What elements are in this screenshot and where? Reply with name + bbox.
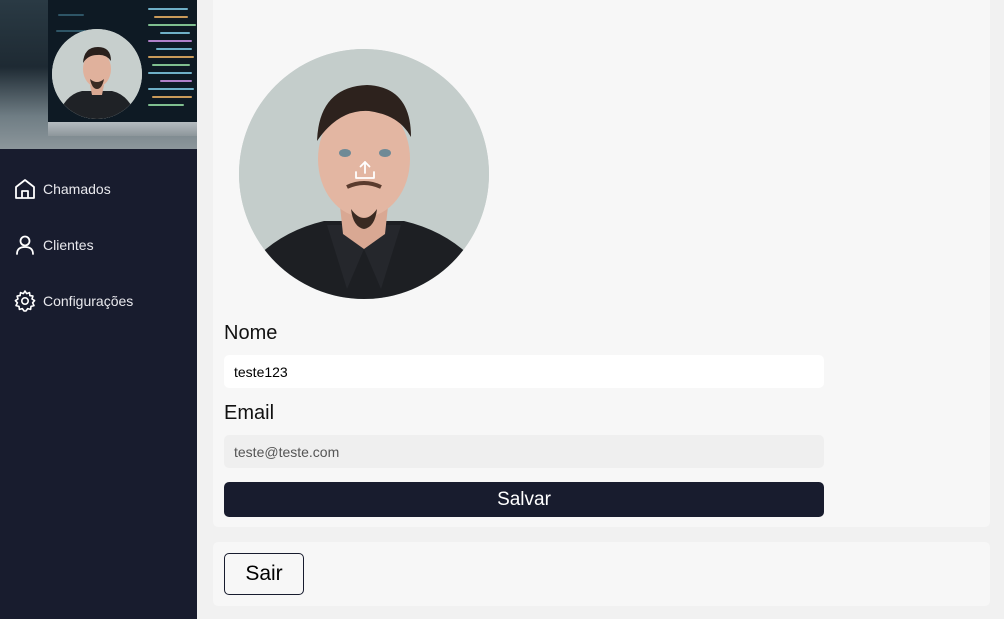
sidebar-item-configuracoes[interactable]: Configurações: [0, 273, 197, 329]
logout-panel: [213, 542, 990, 606]
save-button[interactable]: Salvar: [224, 482, 824, 517]
upload-icon[interactable]: [353, 158, 377, 182]
email-label: Email: [224, 402, 275, 424]
sidebar-header-image: [0, 0, 197, 149]
sidebar: Chamados Clientes Configurações: [0, 0, 197, 619]
name-input[interactable]: [224, 355, 824, 388]
sidebar-item-chamados[interactable]: Chamados: [0, 161, 197, 217]
email-field[interactable]: [224, 435, 824, 468]
laptop-base: [48, 122, 197, 136]
logout-button[interactable]: Sair: [224, 553, 304, 595]
gear-icon: [14, 290, 36, 312]
user-icon: [16, 235, 34, 255]
sidebar-item-label: Configurações: [43, 293, 134, 309]
sidebar-item-clientes[interactable]: Clientes: [0, 217, 197, 273]
name-label: Nome: [224, 322, 278, 344]
sidebar-item-label: Clientes: [43, 237, 94, 253]
sidebar-item-label: Chamados: [43, 181, 111, 197]
sidebar-nav: Chamados Clientes Configurações: [0, 149, 197, 329]
sidebar-avatar: [52, 29, 142, 119]
home-icon: [15, 179, 35, 199]
